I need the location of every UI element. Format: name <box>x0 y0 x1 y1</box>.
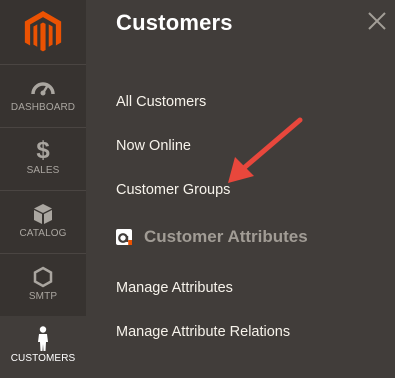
menu-link-customer-groups[interactable]: Customer Groups <box>116 182 230 198</box>
sidebar-item-smtp[interactable]: SMTP <box>0 253 86 316</box>
sidebar-item-label: SALES <box>26 165 60 176</box>
cube-icon <box>0 201 86 227</box>
panel-title: Customers <box>116 10 233 35</box>
sidebar-item-dashboard[interactable]: DASHBOARD <box>0 64 86 127</box>
hexagon-icon <box>0 264 86 290</box>
menu-link-manage-attributes[interactable]: Manage Attributes <box>116 280 233 296</box>
section-customer-attributes: Customer Attributes <box>116 225 308 249</box>
menu-link-all-customers[interactable]: All Customers <box>116 94 206 110</box>
sidebar-item-label: DASHBOARD <box>10 102 76 113</box>
dashboard-icon <box>0 75 86 101</box>
aheadworks-icon <box>116 229 132 245</box>
menu-link-now-online[interactable]: Now Online <box>116 138 191 154</box>
sidebar-item-label: CUSTOMERS <box>10 353 76 364</box>
magento-logo[interactable] <box>0 0 86 64</box>
dollar-icon: $ <box>36 137 50 164</box>
sidebar-item-catalog[interactable]: CATALOG <box>0 190 86 253</box>
admin-sidebar: DASHBOARD $ SALES CATALOG SMTP CUSTOMERS <box>0 0 86 378</box>
section-label: Customer Attributes <box>144 227 308 246</box>
sidebar-item-sales[interactable]: $ SALES <box>0 127 86 190</box>
close-icon[interactable] <box>366 10 388 32</box>
sidebar-item-label: SMTP <box>28 291 58 302</box>
sidebar-item-label: CATALOG <box>19 228 67 239</box>
magento-logo-icon <box>24 11 62 52</box>
menu-link-manage-attribute-relations[interactable]: Manage Attribute Relations <box>116 324 290 340</box>
person-icon <box>0 326 86 352</box>
sidebar-item-customers[interactable]: CUSTOMERS <box>0 316 86 378</box>
